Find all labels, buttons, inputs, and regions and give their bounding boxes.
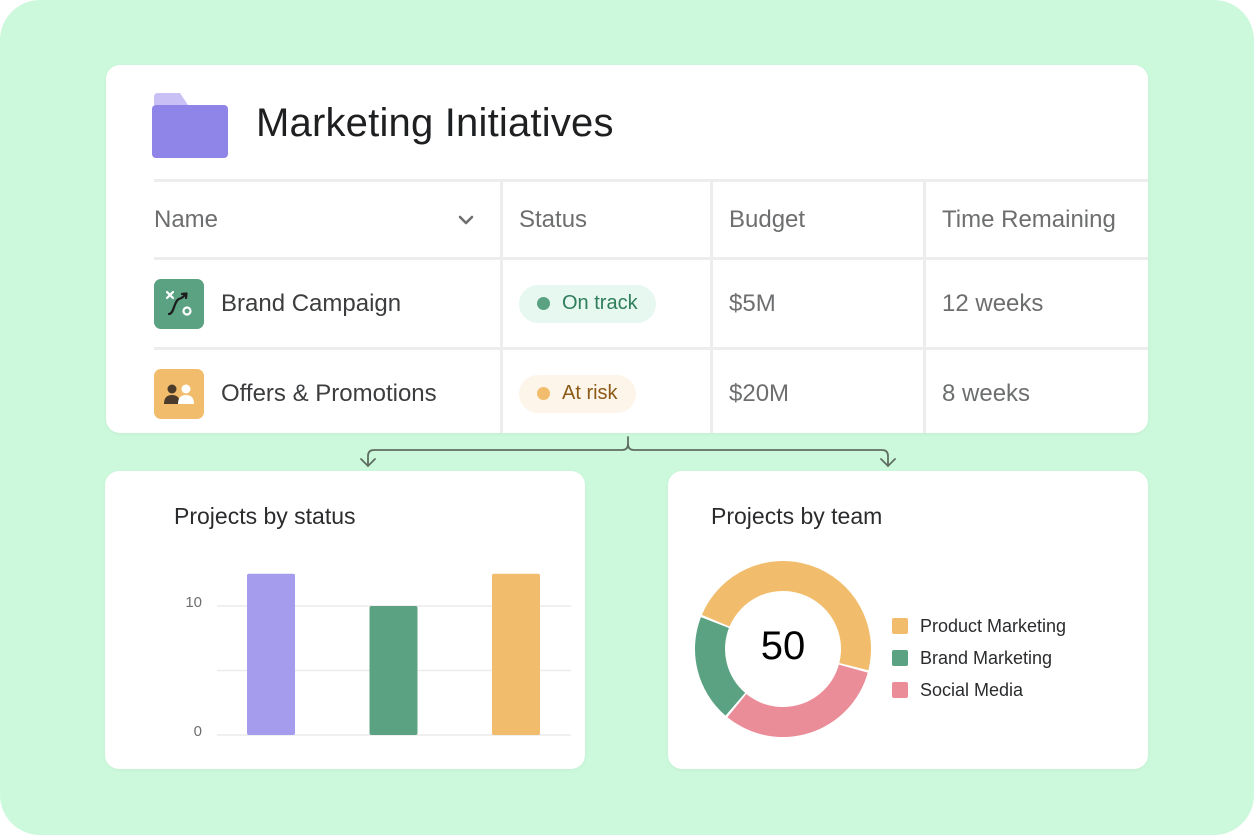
name-cell[interactable]: Offers & Promotions [154,350,500,433]
column-header-name[interactable]: Name [154,182,500,257]
legend-swatch [892,682,908,698]
bar[interactable] [369,606,418,735]
budget-cell: $20M [710,350,923,433]
team-icon [154,368,204,419]
legend-item: Product Marketing [892,610,1066,642]
column-header-status[interactable]: Status [500,182,710,257]
status-dot-icon [537,387,550,400]
project-name: Offers & Promotions [221,379,437,407]
page-title: Marketing Initiatives [256,101,614,145]
budget-cell: $5M [710,260,923,347]
bar-chart: 0 10 [185,573,571,740]
legend-item: Social Media [892,674,1066,706]
table-header-row: Name Status Budget Time Remaining [154,179,1148,257]
y-tick-label: 10 [185,594,202,611]
projects-by-team-card: Projects by team 50 Product Marketing Br… [668,471,1148,769]
table-row[interactable]: Brand Campaign On track $5M 12 weeks [154,257,1148,347]
projects-table: Name Status Budget Time Remaining Brand … [154,179,1148,433]
y-tick-label: 0 [194,723,202,740]
chevron-down-icon[interactable] [456,210,476,230]
projects-by-status-card: Projects by status 0 10 [105,471,585,769]
bar[interactable] [247,573,295,735]
table-row[interactable]: Offers & Promotions At risk $20M 8 weeks [154,347,1148,433]
chart-legend: Product Marketing Brand Marketing Social… [892,610,1066,706]
status-dot-icon [537,297,550,310]
project-name: Brand Campaign [221,289,402,317]
legend-swatch [892,650,908,666]
name-cell[interactable]: Brand Campaign [154,260,500,347]
status-cell: At risk [500,350,710,433]
status-badge[interactable]: On track [519,284,656,323]
column-header-time-remaining[interactable]: Time Remaining [923,182,1148,257]
status-badge[interactable]: At risk [519,374,636,413]
time-remaining-cell: 8 weeks [923,350,1148,433]
strategy-icon [154,278,204,329]
bar[interactable] [492,573,540,735]
folder-icon [152,93,228,158]
status-cell: On track [500,260,710,347]
column-header-budget[interactable]: Budget [710,182,923,257]
donut-slice[interactable] [727,664,868,737]
project-table-card: Marketing Initiatives Name Status Budget… [106,65,1148,433]
time-remaining-cell: 12 weeks [923,260,1148,347]
legend-item: Brand Marketing [892,642,1066,674]
donut-total-label: 50 [760,624,806,668]
legend-swatch [892,618,908,634]
